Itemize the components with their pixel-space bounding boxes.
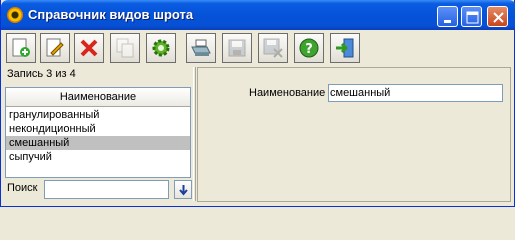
minimize-icon: [444, 20, 451, 23]
save-button[interactable]: [222, 33, 252, 63]
name-field-label: Наименование: [249, 87, 326, 99]
search-label: Поиск: [7, 182, 38, 194]
record-status: Запись 3 из 4: [7, 68, 76, 80]
column-header-name[interactable]: Наименование: [6, 88, 190, 107]
save-close-icon: [263, 38, 283, 58]
maximize-icon: [466, 11, 479, 24]
help-icon: ?: [299, 38, 319, 58]
search-input[interactable]: [44, 180, 169, 199]
title-bar[interactable]: Справочник видов шрота: [1, 0, 515, 30]
sunflower-icon: [7, 7, 23, 23]
delete-icon: [80, 39, 98, 57]
list-item[interactable]: сыпучий: [6, 150, 190, 164]
main-window: Справочник видов шрота ? Запись 3 из 4 Н…: [0, 0, 515, 207]
splitter[interactable]: [193, 67, 196, 201]
close-icon: [493, 12, 504, 23]
name-field[interactable]: смешанный: [328, 84, 503, 102]
help-button[interactable]: ?: [294, 33, 324, 63]
list-item[interactable]: гранулированный: [6, 108, 190, 122]
copy-button[interactable]: [110, 33, 140, 63]
toolbar: ?: [4, 30, 513, 66]
exit-button[interactable]: [330, 33, 360, 63]
record-status-bar: Запись 3 из 4: [5, 67, 191, 82]
delete-button[interactable]: [74, 33, 104, 63]
maximize-button[interactable]: [461, 6, 482, 27]
save-close-button[interactable]: [258, 33, 288, 63]
add-button[interactable]: [6, 33, 36, 63]
edit-button[interactable]: [40, 33, 70, 63]
gear-icon: [152, 39, 170, 57]
exit-icon: [336, 38, 354, 58]
items-list[interactable]: Наименование гранулированный некондицион…: [5, 87, 191, 178]
svg-text:?: ?: [305, 42, 313, 57]
list-item-selected[interactable]: смешанный: [6, 136, 190, 150]
save-icon: [228, 39, 246, 57]
window-title: Справочник видов шрота: [28, 7, 194, 22]
arrow-down-icon: [179, 185, 188, 196]
minimize-button[interactable]: [437, 6, 458, 27]
print-icon: [191, 39, 211, 56]
detail-panel: Наименование смешанный: [197, 67, 511, 202]
close-button[interactable]: [487, 6, 508, 27]
print-button[interactable]: [186, 33, 216, 63]
add-icon: [12, 38, 30, 57]
copy-icon: [116, 38, 134, 58]
edit-icon: [46, 38, 64, 57]
settings-button[interactable]: [146, 33, 176, 63]
list-item[interactable]: некондиционный: [6, 122, 190, 136]
search-button[interactable]: [174, 180, 192, 199]
